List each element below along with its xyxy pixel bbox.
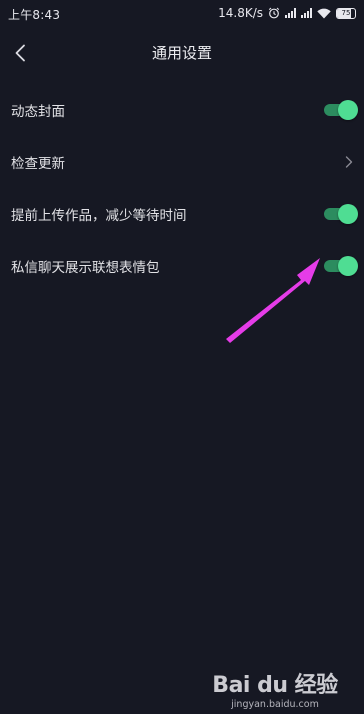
page-title: 通用设置 (151, 44, 212, 62)
wifi-icon (317, 8, 331, 18)
setting-check-update[interactable]: 检查更新 (0, 136, 364, 188)
setting-emoji-suggest[interactable]: 私信聊天展示联想表情包 (0, 240, 364, 292)
toggle-knob (338, 100, 358, 120)
network-speed: 14.8K/s (218, 6, 263, 20)
settings-list: 动态封面 检查更新 提前上传作品，减少等待时间 私信聊天展示联想表情包 (0, 84, 364, 292)
chevron-right-icon (345, 156, 353, 168)
nav-bar: 通用设置 (0, 28, 364, 78)
setting-label: 检查更新 (11, 156, 65, 172)
alarm-icon (268, 7, 280, 19)
watermark-url: jingyan.baidu.com (231, 699, 319, 710)
dynamic-cover-toggle[interactable] (324, 99, 358, 121)
status-bar: 上午8:43 14.8K/s 75 (0, 0, 364, 28)
baidu-watermark: Bai du 经验 jingyan.baidu.com (200, 667, 350, 710)
signal-icon (301, 8, 312, 18)
setting-dynamic-cover[interactable]: 动态封面 (0, 84, 364, 136)
setting-label: 提前上传作品，减少等待时间 (11, 208, 187, 224)
battery-icon: 75 (336, 7, 356, 19)
toggle-knob (338, 204, 358, 224)
setting-label: 私信聊天展示联想表情包 (11, 260, 160, 276)
setting-pre-upload[interactable]: 提前上传作品，减少等待时间 (0, 188, 364, 240)
emoji-suggest-toggle[interactable] (324, 255, 358, 277)
baidu-logo: Bai du 经验 (212, 673, 338, 698)
battery-level: 75 (341, 8, 351, 17)
signal-icon (285, 8, 296, 18)
setting-label: 动态封面 (11, 104, 65, 120)
status-icons: 14.8K/s 75 (218, 5, 356, 21)
toggle-knob (338, 256, 358, 276)
pre-upload-toggle[interactable] (324, 203, 358, 225)
status-time: 上午8:43 (8, 8, 61, 22)
